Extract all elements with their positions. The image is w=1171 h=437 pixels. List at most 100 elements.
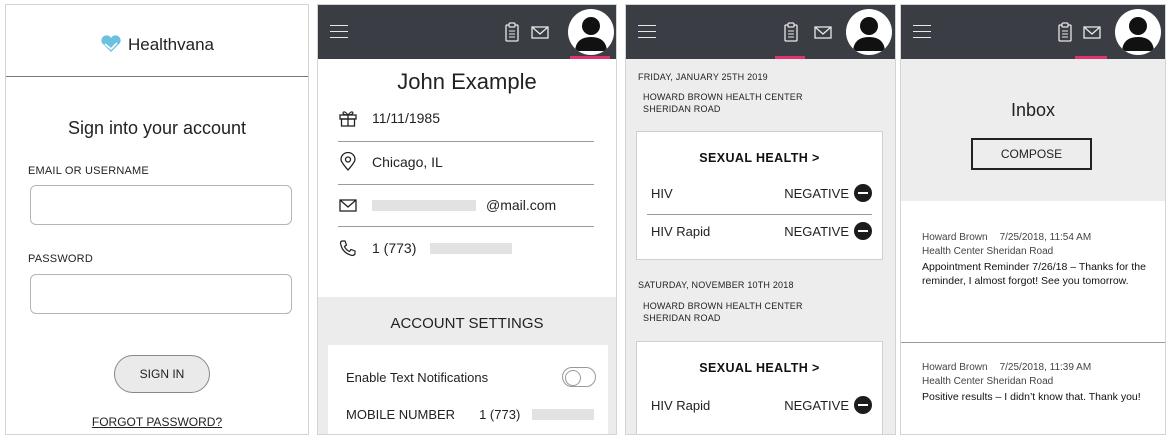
test-result: NEGATIVE xyxy=(784,397,849,413)
text-notifications-row: Enable Text Notifications xyxy=(346,367,596,387)
sexual-health-link[interactable]: SEXUAL HEALTH > xyxy=(637,151,882,165)
message-body: Positive results – I didn’t know that. T… xyxy=(922,391,1141,403)
signin-title: Sign into your account xyxy=(67,118,247,138)
message-item[interactable]: Howard Brown 7/25/2018, 11:54 AM Health C… xyxy=(922,231,1151,288)
test-result: NEGATIVE xyxy=(784,185,849,201)
results-screen: FRIDAY, JANUARY 25TH 2019 HOWARD BROWN H… xyxy=(625,4,896,435)
visit-location: HOWARD BROWN HEALTH CENTER SHERIDAN ROAD xyxy=(643,300,803,324)
hamburger-icon[interactable] xyxy=(638,25,656,39)
test-name: HIV Rapid xyxy=(651,223,711,239)
profile-screen: John Example 11/11/1985 Chicago, IL @mai… xyxy=(317,4,617,435)
message-timestamp: 7/25/2018, 11:39 AM xyxy=(999,362,1092,373)
header-divider xyxy=(6,76,308,77)
password-label: PASSWORD xyxy=(28,253,93,265)
hamburger-icon[interactable] xyxy=(913,25,931,39)
compose-button[interactable]: COMPOSE xyxy=(971,138,1092,170)
active-tab-indicator xyxy=(570,56,610,59)
visit-location: HOWARD BROWN HEALTH CENTER SHERIDAN ROAD xyxy=(643,91,803,115)
clipboard-icon[interactable] xyxy=(1054,21,1076,43)
visit-location-line: HOWARD BROWN HEALTH CENTER xyxy=(643,92,803,102)
clipboard-icon[interactable] xyxy=(780,21,802,43)
envelope-icon[interactable] xyxy=(529,21,551,43)
result-row: HIV Rapid NEGATIVE xyxy=(651,394,872,416)
dob-row: 11/11/1985 xyxy=(338,96,594,140)
top-nav-bar xyxy=(318,5,616,59)
visit-location-line: SHERIDAN ROAD xyxy=(643,313,721,323)
signin-button[interactable]: SIGN IN xyxy=(114,355,210,393)
message-sender-line: Health Center Sheridan Road xyxy=(922,376,1054,387)
email-field[interactable] xyxy=(30,185,292,225)
message-sender-line: Health Center Sheridan Road xyxy=(922,246,1054,257)
visit-location-line: HOWARD BROWN HEALTH CENTER xyxy=(643,301,803,311)
text-notifications-toggle[interactable] xyxy=(562,367,596,387)
settings-card: Enable Text Notifications MOBILE NUMBER … xyxy=(328,345,608,434)
result-card: SEXUAL HEALTH > HIV Rapid NEGATIVE xyxy=(636,341,883,434)
settings-title: ACCOUNT SETTINGS xyxy=(390,315,544,332)
person-avatar-icon xyxy=(1122,17,1154,51)
phone-icon xyxy=(339,240,356,257)
message-item[interactable]: Howard Brown 7/25/2018, 11:39 AM Health C… xyxy=(922,361,1151,404)
visit-date: SATURDAY, NOVEMBER 10TH 2018 xyxy=(638,280,794,290)
result-row: HIV NEGATIVE xyxy=(651,182,872,204)
message-meta: Howard Brown 7/25/2018, 11:54 AM xyxy=(922,231,1151,245)
hamburger-icon[interactable] xyxy=(330,25,348,39)
message-meta: Howard Brown 7/25/2018, 11:39 AM xyxy=(922,361,1151,375)
phone-prefix: 1 (773) xyxy=(372,240,417,256)
person-avatar-icon xyxy=(853,17,885,51)
divider xyxy=(647,214,872,215)
top-nav-bar xyxy=(901,5,1165,59)
envelope-icon[interactable] xyxy=(1081,21,1103,43)
result-row: HIV Rapid NEGATIVE xyxy=(651,220,872,242)
inbox-title: Inbox xyxy=(1010,100,1056,120)
email-label: EMAIL OR USERNAME xyxy=(28,165,149,177)
profile-name: John Example xyxy=(397,69,537,94)
redacted-email xyxy=(372,199,476,211)
redacted-phone xyxy=(430,242,513,254)
active-tab-indicator xyxy=(775,56,805,59)
negative-minus-icon xyxy=(854,222,872,240)
gift-icon xyxy=(339,111,357,127)
email-suffix: @mail.com xyxy=(486,197,557,213)
message-sender: Howard Brown xyxy=(922,232,988,243)
heart-logo-icon xyxy=(101,35,121,52)
mobile-number-row: MOBILE NUMBER 1 (773) xyxy=(346,407,596,422)
sexual-health-link[interactable]: SEXUAL HEALTH > xyxy=(637,361,882,375)
message-body: Appointment Reminder 7/26/18 – Thanks fo… xyxy=(922,261,1146,287)
avatar[interactable] xyxy=(568,9,614,55)
mobile-label: MOBILE NUMBER xyxy=(346,407,456,422)
test-result: NEGATIVE xyxy=(784,223,849,239)
inbox-header xyxy=(901,59,1165,201)
avatar[interactable] xyxy=(846,9,892,55)
inbox-screen: Inbox COMPOSE Howard Brown 7/25/2018, 11:… xyxy=(900,4,1166,435)
top-nav-bar xyxy=(626,5,895,59)
forgot-password-link[interactable]: FORGOT PASSWORD? xyxy=(6,415,308,429)
dob-value: 11/11/1985 xyxy=(372,110,440,126)
test-name: HIV Rapid xyxy=(651,397,711,413)
envelope-icon xyxy=(339,199,357,212)
text-notifications-label: Enable Text Notifications xyxy=(346,369,489,385)
person-avatar-icon xyxy=(575,17,607,51)
password-field[interactable] xyxy=(30,274,292,314)
result-card: SEXUAL HEALTH > HIV NEGATIVE HIV Rapid N… xyxy=(636,131,883,260)
login-screen: Healthvana Sign into your account EMAIL … xyxy=(5,4,309,435)
location-row: Chicago, IL xyxy=(338,140,594,184)
redacted-mobile xyxy=(532,409,595,420)
envelope-icon[interactable] xyxy=(812,21,834,43)
avatar[interactable] xyxy=(1115,9,1161,55)
location-value: Chicago, IL xyxy=(372,154,443,170)
mobile-prefix: 1 (773) xyxy=(479,407,521,422)
brand-logo: Healthvana xyxy=(6,35,308,55)
negative-minus-icon xyxy=(854,396,872,414)
negative-minus-icon xyxy=(854,184,872,202)
brand-name: Healthvana xyxy=(127,35,214,54)
divider xyxy=(901,342,1165,343)
clipboard-icon[interactable] xyxy=(501,21,523,43)
visit-date: FRIDAY, JANUARY 25TH 2019 xyxy=(638,72,768,82)
phone-row: 1 (773) xyxy=(338,226,594,270)
test-name: HIV xyxy=(651,185,673,201)
visit-location-line: SHERIDAN ROAD xyxy=(643,104,721,114)
location-pin-icon xyxy=(340,152,356,171)
message-sender: Howard Brown xyxy=(922,362,988,373)
message-timestamp: 7/25/2018, 11:54 AM xyxy=(999,232,1092,243)
email-row: @mail.com xyxy=(338,183,594,227)
